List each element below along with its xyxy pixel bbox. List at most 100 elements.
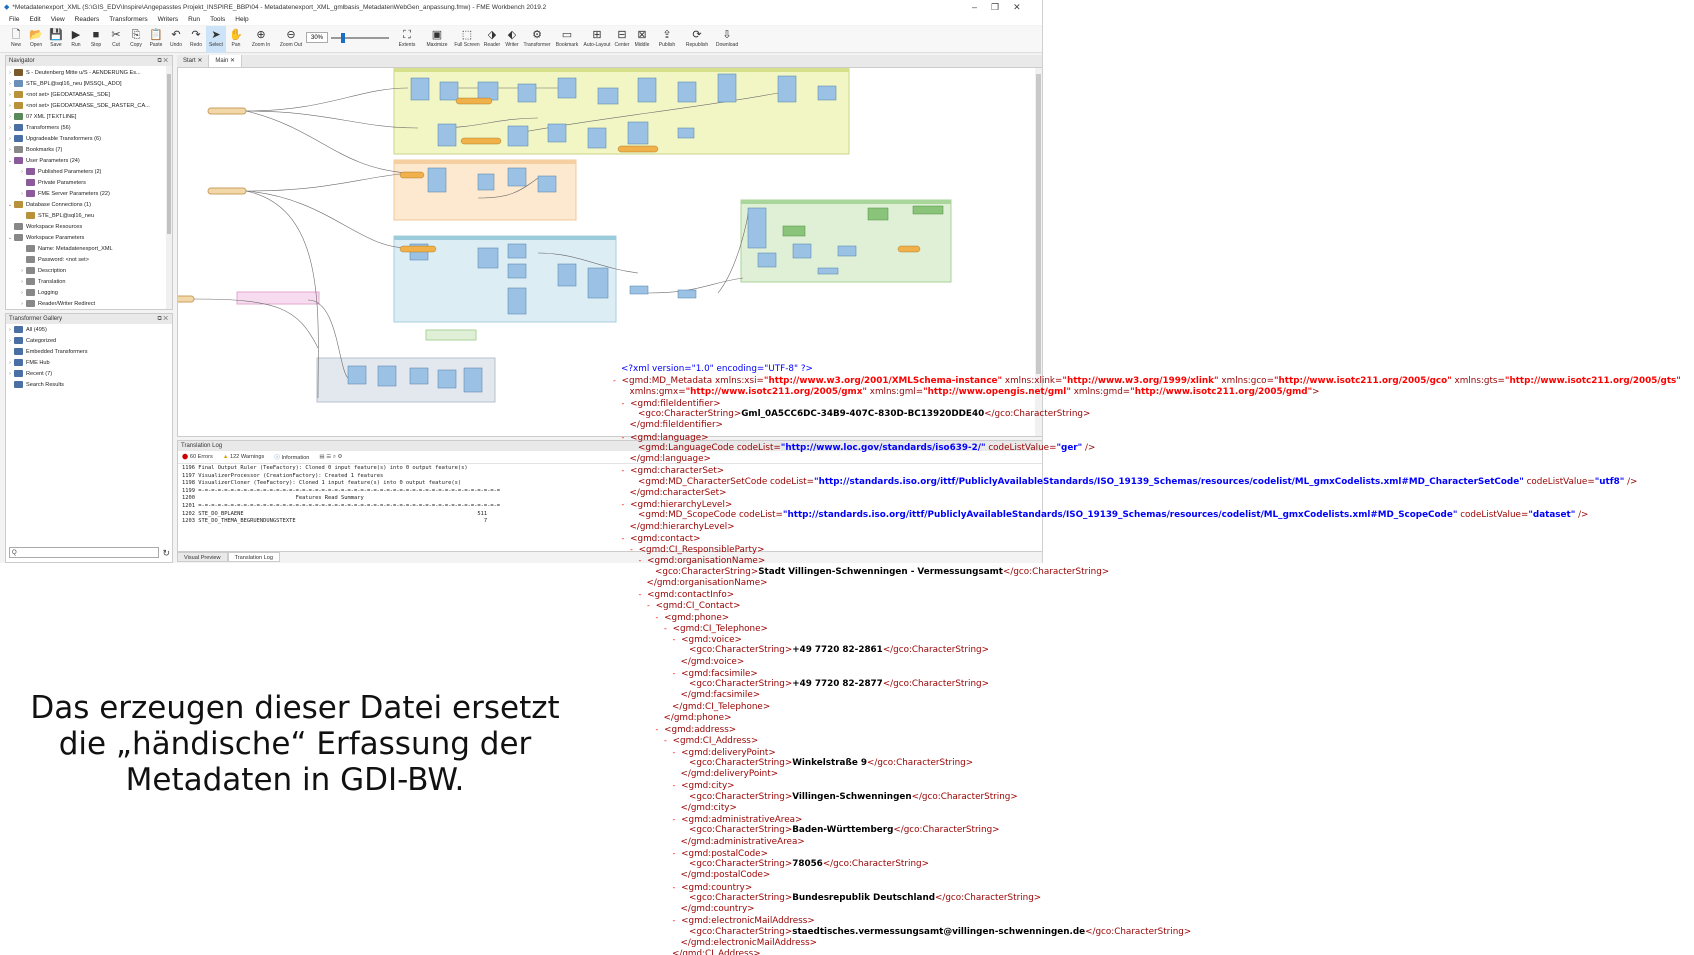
- expand-arrow-icon[interactable]: ›: [6, 338, 14, 344]
- restore-icon[interactable]: ❐: [991, 0, 999, 14]
- tab-translation-log[interactable]: Translation Log: [227, 552, 280, 562]
- collapse-toggle-icon[interactable]: -: [621, 433, 631, 442]
- auto-layout-button[interactable]: ⊞ Auto-Layout: [582, 26, 612, 53]
- tab-visual-preview[interactable]: Visual Preview: [177, 552, 228, 562]
- menu-item-edit[interactable]: Edit: [29, 16, 40, 23]
- writer-button[interactable]: ⬖ Writer: [502, 26, 522, 53]
- collapse-toggle-icon[interactable]: -: [638, 590, 648, 599]
- cut-button[interactable]: ✂ Cut: [106, 26, 126, 53]
- collapse-toggle-icon[interactable]: -: [672, 748, 682, 757]
- expand-arrow-icon[interactable]: ›: [6, 92, 14, 98]
- stop-button[interactable]: ■ Stop: [86, 26, 106, 53]
- expand-arrow-icon[interactable]: ›: [18, 169, 26, 175]
- gallery-search-input[interactable]: Q: [9, 547, 159, 558]
- bookmark-button[interactable]: ▭ Bookmark: [552, 26, 582, 53]
- gallery-item[interactable]: › Categorized: [6, 335, 172, 346]
- collapse-toggle-icon[interactable]: -: [621, 399, 631, 408]
- collapse-toggle-icon[interactable]: -: [621, 466, 631, 475]
- zoom-out-button[interactable]: ⊖ Zoom Out: [276, 26, 306, 53]
- log-filter-icons[interactable]: ▤ ☰ ⌕ ⚙: [319, 454, 342, 461]
- collapse-toggle-icon[interactable]: -: [621, 534, 631, 543]
- navigator-item[interactable]: Name: Metadatenexport_XML: [6, 243, 172, 254]
- expand-arrow-icon[interactable]: ›: [6, 360, 14, 366]
- gallery-item[interactable]: › FME Hub: [6, 357, 172, 368]
- menu-item-tools[interactable]: Tools: [210, 16, 225, 23]
- menu-item-help[interactable]: Help: [235, 16, 248, 23]
- open-button[interactable]: 📂 Open: [26, 26, 46, 53]
- expand-arrow-icon[interactable]: ›: [6, 114, 14, 120]
- tab-start[interactable]: Start ✕: [177, 55, 210, 67]
- redo-button[interactable]: ↷ Redo: [186, 26, 206, 53]
- reader-node[interactable]: [178, 295, 195, 303]
- navigator-item[interactable]: › Upgradeable Transformers (6): [6, 133, 172, 144]
- expand-arrow-icon[interactable]: ›: [6, 125, 14, 131]
- collapse-toggle-icon[interactable]: -: [638, 556, 648, 565]
- navigator-item[interactable]: › Description: [6, 265, 172, 276]
- republish-button[interactable]: ⟳ Republish: [682, 26, 712, 53]
- close-icon[interactable]: ✕: [1013, 0, 1021, 14]
- navigator-item[interactable]: STE_BPL@sql16_neu: [6, 210, 172, 221]
- new-button[interactable]: 🗋 New: [6, 26, 26, 53]
- navigator-item[interactable]: › 07 XML [TEXTLINE]: [6, 111, 172, 122]
- pan-button[interactable]: ✋ Pan: [226, 26, 246, 53]
- menu-item-transformers[interactable]: Transformers: [109, 16, 147, 23]
- expand-arrow-icon[interactable]: ›: [18, 268, 26, 274]
- collapse-toggle-icon[interactable]: -: [663, 624, 673, 633]
- navigator-item[interactable]: ⌄ Workspace Parameters: [6, 232, 172, 243]
- select-button[interactable]: ➤ Select: [206, 26, 226, 53]
- navigator-item[interactable]: Private Parameters: [6, 177, 172, 188]
- navigator-item[interactable]: Password: <not set>: [6, 254, 172, 265]
- collapse-toggle-icon[interactable]: -: [672, 635, 682, 644]
- navigator-item[interactable]: › FME Server Parameters (22): [6, 188, 172, 199]
- collapse-toggle-icon[interactable]: -: [672, 669, 682, 678]
- navigator-item[interactable]: Workspace Resources: [6, 221, 172, 232]
- log-warnings-filter[interactable]: ▲ 122 Warnings: [223, 454, 264, 460]
- zoom-slider[interactable]: [331, 33, 389, 43]
- navigator-item[interactable]: › Translation: [6, 276, 172, 287]
- navigator-item[interactable]: › Bookmarks (7): [6, 144, 172, 155]
- center-button[interactable]: ⊟ Center: [612, 26, 632, 53]
- minimize-icon[interactable]: –: [972, 0, 977, 14]
- save-button[interactable]: 💾 Save: [46, 26, 66, 53]
- expand-arrow-icon[interactable]: ›: [6, 81, 14, 87]
- tab-main[interactable]: Main ✕: [209, 55, 243, 67]
- navigator-item[interactable]: › Logging: [6, 287, 172, 298]
- reader-node[interactable]: [207, 187, 247, 195]
- menu-item-writers[interactable]: Writers: [158, 16, 178, 23]
- navigator-scrollbar[interactable]: [166, 66, 172, 309]
- navigator-item[interactable]: › S - Deutenberg Mitte u/S - AENDERUNG Es…: [6, 67, 172, 78]
- collapse-toggle-icon[interactable]: -: [621, 500, 631, 509]
- collapse-toggle-icon[interactable]: -: [663, 736, 673, 745]
- expand-arrow-icon[interactable]: ›: [6, 70, 14, 76]
- expand-arrow-icon[interactable]: ›: [18, 191, 26, 197]
- undo-button[interactable]: ↶ Undo: [166, 26, 186, 53]
- navigator-item[interactable]: › Published Parameters (2): [6, 166, 172, 177]
- collapse-toggle-icon[interactable]: -: [672, 815, 682, 824]
- expand-arrow-icon[interactable]: ›: [6, 103, 14, 109]
- expand-arrow-icon[interactable]: ⌄: [6, 235, 14, 241]
- navigator-item[interactable]: ⌄ User Parameters (24): [6, 155, 172, 166]
- collapse-toggle-icon[interactable]: -: [629, 545, 639, 554]
- zoom-in-button[interactable]: ⊕ Zoom In: [246, 26, 276, 53]
- collapse-toggle-icon[interactable]: -: [655, 725, 665, 734]
- panel-close-icon[interactable]: ⧉ ✕: [157, 314, 168, 324]
- navigator-item[interactable]: › Transformers (56): [6, 122, 172, 133]
- refresh-icon[interactable]: ↻: [162, 548, 170, 559]
- reader-button[interactable]: ⬗ Reader: [482, 26, 502, 53]
- panel-close-icon[interactable]: ⧉ ✕: [157, 56, 168, 66]
- collapse-toggle-icon[interactable]: -: [612, 376, 622, 385]
- collapse-toggle-icon[interactable]: -: [672, 916, 682, 925]
- navigator-item[interactable]: › Reader/Writer Redirect: [6, 298, 172, 309]
- menu-item-view[interactable]: View: [51, 16, 65, 23]
- expand-arrow-icon[interactable]: ›: [6, 147, 14, 153]
- expand-arrow-icon[interactable]: ⌄: [6, 158, 14, 164]
- gallery-item[interactable]: Embedded Transformers: [6, 346, 172, 357]
- expand-arrow-icon[interactable]: ›: [6, 136, 14, 142]
- download-button[interactable]: ⇩ Download: [712, 26, 742, 53]
- middle-button[interactable]: ⊠ Middle: [632, 26, 652, 53]
- collapse-toggle-icon[interactable]: -: [672, 849, 682, 858]
- gallery-item[interactable]: › Recent (7): [6, 368, 172, 379]
- gallery-item[interactable]: Search Results: [6, 379, 172, 390]
- reader-node[interactable]: [207, 107, 247, 115]
- menu-item-file[interactable]: File: [9, 16, 19, 23]
